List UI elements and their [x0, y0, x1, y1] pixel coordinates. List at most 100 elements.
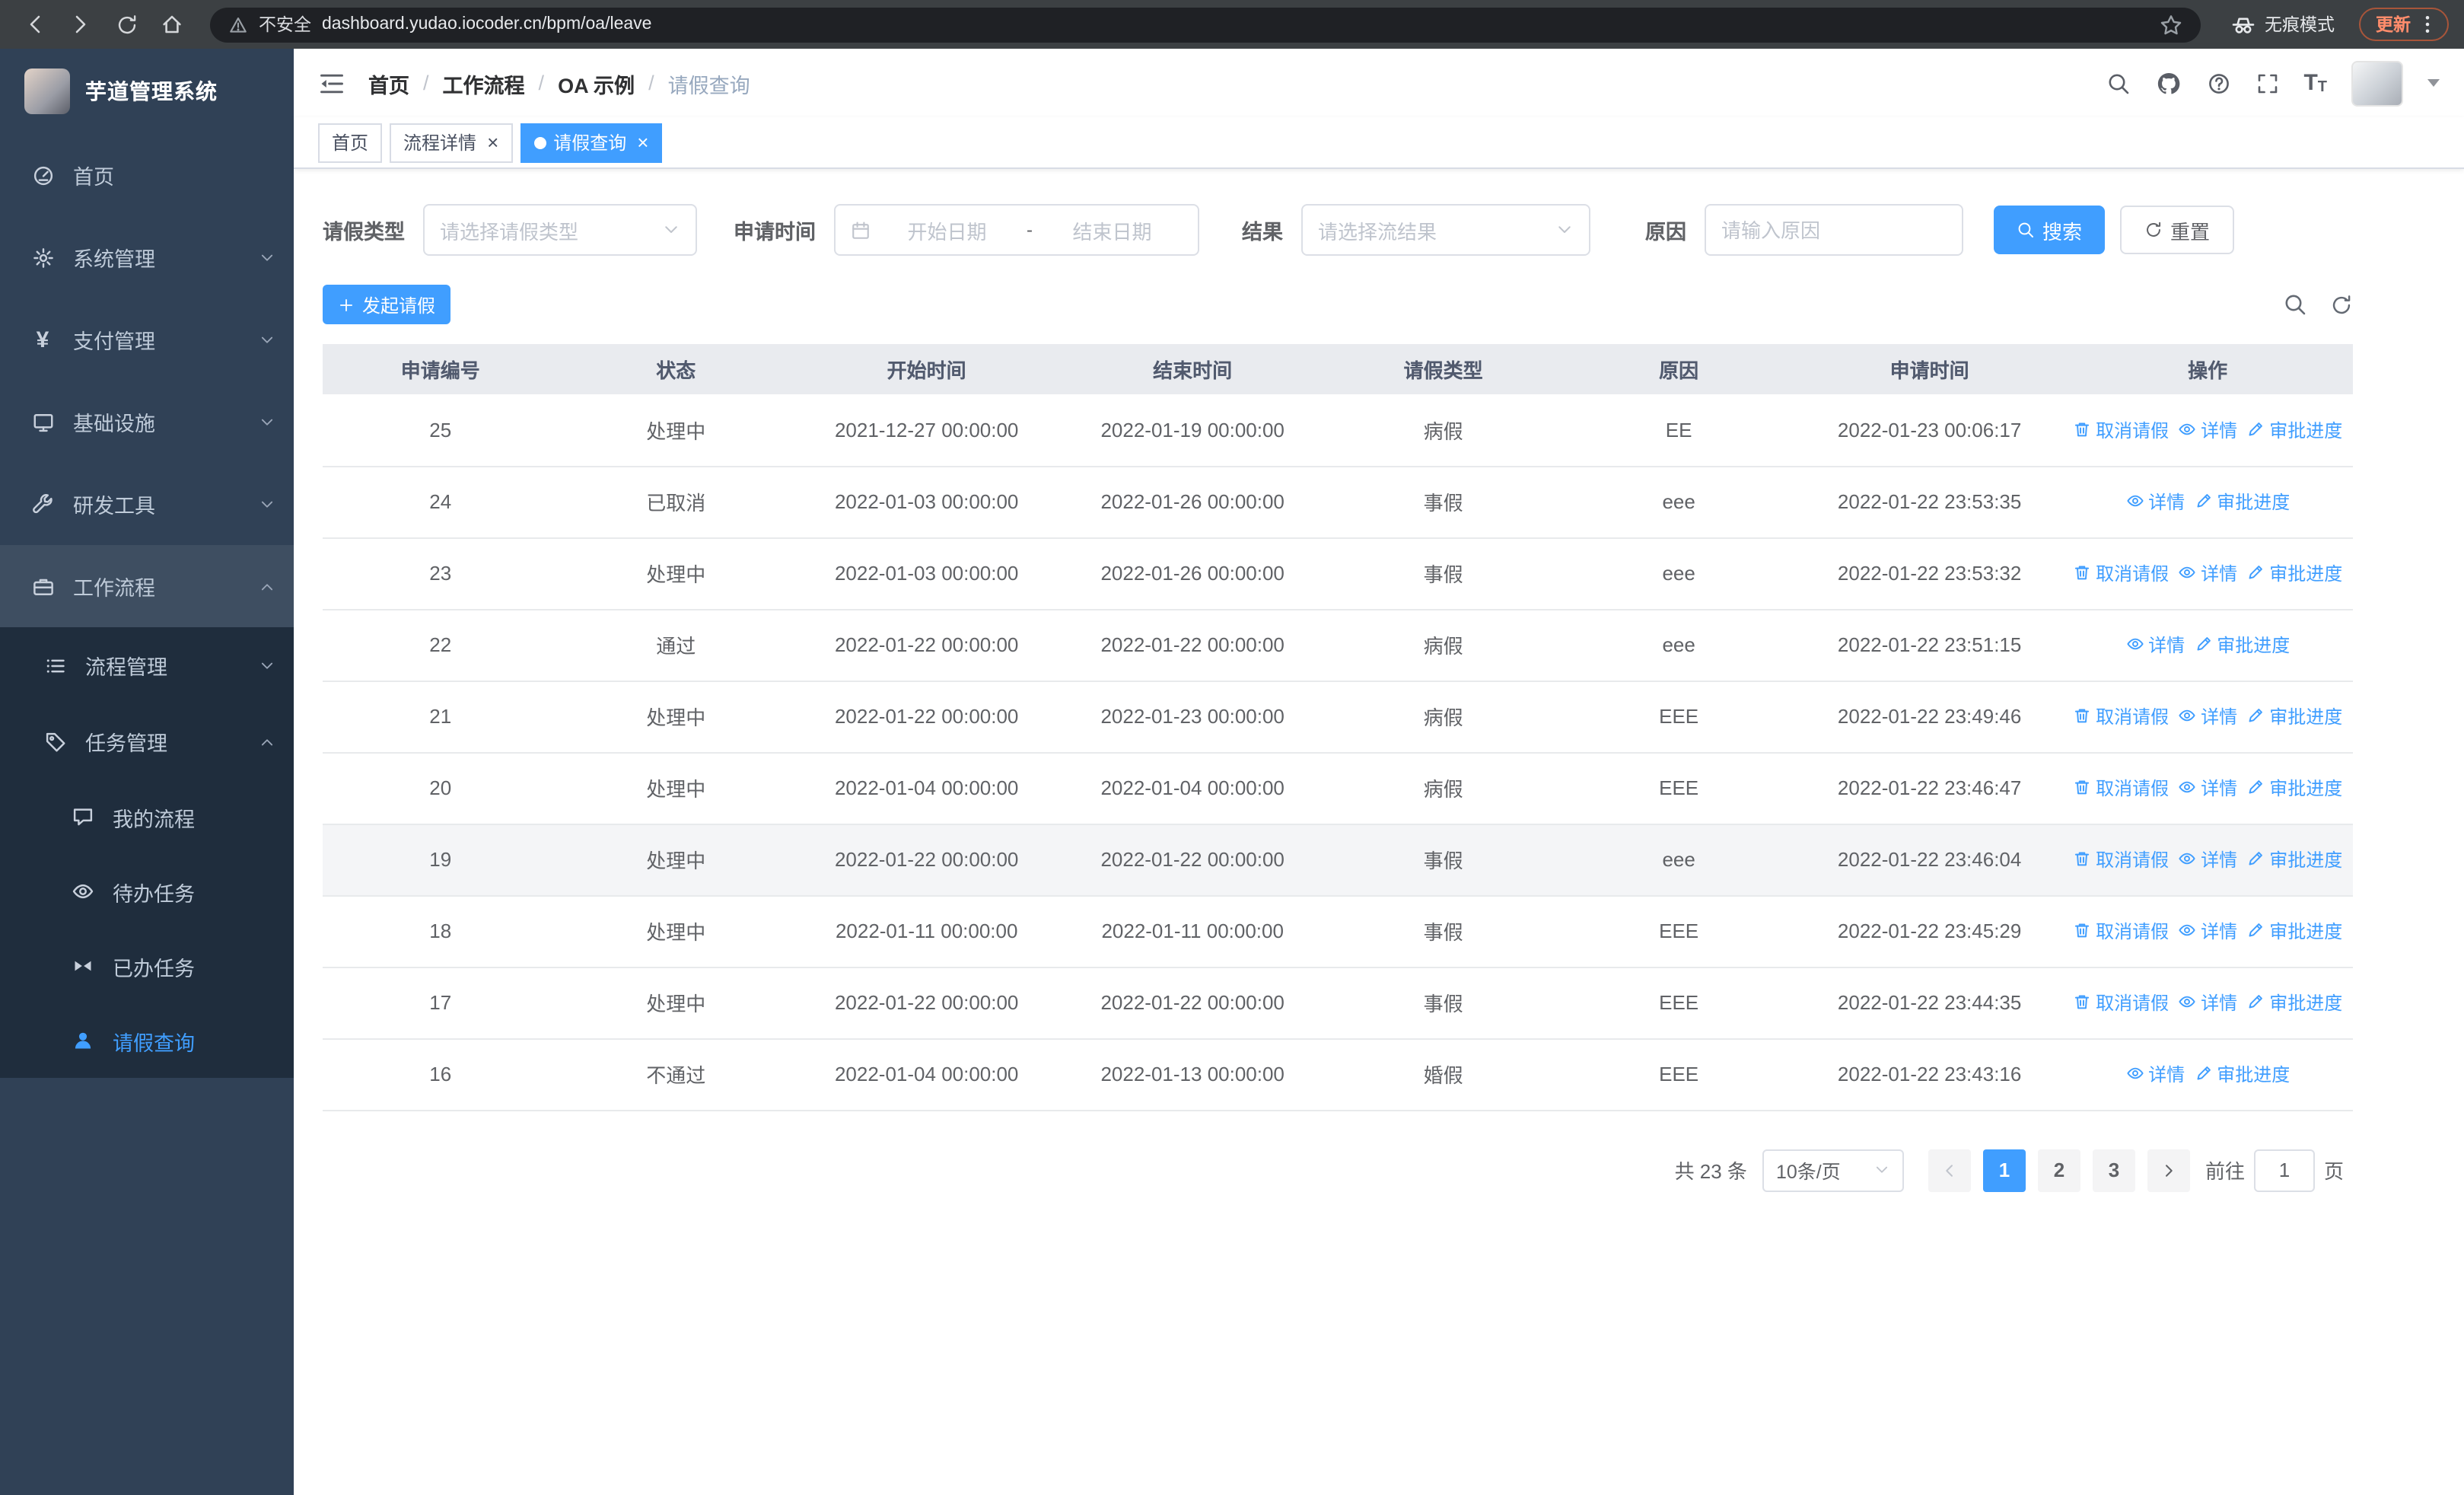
refresh-table-button[interactable]: [2330, 293, 2353, 316]
cancel-leave-link[interactable]: 取消请假: [2073, 846, 2169, 872]
prev-page-button[interactable]: [1928, 1149, 1971, 1191]
approval-progress-link[interactable]: 审批进度: [2246, 560, 2342, 586]
table-row[interactable]: 17 处理中 2022-01-22 00:00:00 2022-01-22 00:00…: [323, 967, 2353, 1039]
sidebar-item-payment-management[interactable]: ¥ 支付管理: [0, 298, 294, 381]
sidebar-item-system-management[interactable]: 系统管理: [0, 216, 294, 298]
home-button[interactable]: [152, 5, 192, 44]
toggle-search-button[interactable]: [2283, 292, 2307, 317]
table-row[interactable]: 20 处理中 2022-01-04 00:00:00 2022-01-04 00:00…: [323, 752, 2353, 824]
breadcrumb-item-home[interactable]: 首页: [368, 68, 409, 98]
sidebar-item-todo-tasks[interactable]: 待办任务: [0, 854, 294, 929]
approval-progress-link[interactable]: 审批进度: [2246, 990, 2342, 1015]
goto-page-input[interactable]: [2253, 1149, 2315, 1191]
chat-icon: [70, 805, 94, 828]
breadcrumb-item-leave-query: 请假查询: [667, 74, 750, 97]
tab-close-icon[interactable]: ×: [487, 131, 498, 154]
table-row[interactable]: 23 处理中 2022-01-03 00:00:00 2022-01-26 00:00…: [323, 537, 2353, 610]
reload-button[interactable]: [107, 5, 146, 44]
detail-link[interactable]: 详情: [2178, 416, 2237, 442]
detail-link[interactable]: 详情: [2178, 703, 2237, 729]
security-label[interactable]: 不安全: [259, 12, 311, 37]
page-size-select[interactable]: 10条/页: [1762, 1149, 1904, 1191]
breadcrumb-item-oa-example[interactable]: OA 示例: [558, 68, 635, 98]
apply-time-range-picker[interactable]: 开始日期 - 结束日期: [834, 204, 1199, 256]
collapse-sidebar-button[interactable]: [318, 69, 345, 97]
detail-link[interactable]: 详情: [2178, 846, 2237, 872]
sidebar-item-process-management[interactable]: 流程管理: [0, 627, 294, 703]
sidebar-item-leave-query[interactable]: 请假查询: [0, 1003, 294, 1078]
docs-help-button[interactable]: [2206, 71, 2230, 95]
table-row[interactable]: 24 已取消 2022-01-03 00:00:00 2022-01-26 00:00…: [323, 466, 2353, 538]
font-size-button[interactable]: TT: [2303, 70, 2327, 96]
cell-apply-id: 25: [323, 394, 559, 467]
leave-type-select[interactable]: 请选择请假类型: [423, 204, 697, 256]
column-header: 原因: [1561, 344, 1797, 394]
next-page-button[interactable]: [2147, 1149, 2190, 1191]
result-select[interactable]: 请选择流结果: [1301, 204, 1590, 256]
cell-start-time: 2022-01-22 00:00:00: [793, 681, 1060, 753]
approval-progress-link[interactable]: 审批进度: [2246, 416, 2342, 442]
back-button[interactable]: [15, 5, 55, 44]
github-button[interactable]: [2154, 69, 2182, 97]
detail-link[interactable]: 详情: [2125, 489, 2185, 515]
table-row[interactable]: 16 不通过 2022-01-04 00:00:00 2022-01-13 00:00…: [323, 1038, 2353, 1111]
table-row[interactable]: 18 处理中 2022-01-11 00:00:00 2022-01-11 00:00…: [323, 895, 2353, 967]
total-count: 共 23 条: [1674, 1160, 1747, 1183]
update-label[interactable]: 更新: [2376, 12, 2411, 37]
sidebar-item-done-tasks[interactable]: 已办任务: [0, 929, 294, 1003]
sidebar-item-task-management[interactable]: 任务管理: [0, 703, 294, 779]
detail-link[interactable]: 详情: [2178, 918, 2237, 944]
detail-link[interactable]: 详情: [2178, 990, 2237, 1015]
reason-input[interactable]: [1705, 204, 1963, 256]
avatar-caret-icon[interactable]: [2427, 79, 2440, 87]
sidebar-item-home[interactable]: 首页: [0, 134, 294, 216]
reset-button[interactable]: 重置: [2120, 206, 2235, 254]
search-button[interactable]: 搜索: [1994, 206, 2106, 254]
fullscreen-button[interactable]: [2255, 71, 2279, 95]
tab-close-icon[interactable]: ×: [637, 131, 648, 154]
approval-progress-link[interactable]: 审批进度: [2194, 1061, 2290, 1087]
tab-home[interactable]: 首页: [318, 123, 383, 162]
sidebar-item-my-process[interactable]: 我的流程: [0, 779, 294, 854]
cancel-leave-link[interactable]: 取消请假: [2073, 990, 2169, 1015]
browser-menu-dots-icon[interactable]: [2417, 14, 2438, 35]
cell-leave-type: 事假: [1325, 537, 1561, 610]
cancel-leave-link[interactable]: 取消请假: [2073, 918, 2169, 944]
approval-progress-link[interactable]: 审批进度: [2194, 632, 2290, 658]
sidebar-item-infrastructure[interactable]: 基础设施: [0, 381, 294, 463]
cancel-leave-link[interactable]: 取消请假: [2073, 703, 2169, 729]
approval-progress-link[interactable]: 审批进度: [2246, 846, 2342, 872]
detail-link[interactable]: 详情: [2125, 1061, 2185, 1087]
cell-apply-time: 2022-01-22 23:46:04: [1796, 824, 2063, 896]
table-row[interactable]: 25 处理中 2021-12-27 00:00:00 2022-01-19 00:00…: [323, 394, 2353, 467]
approval-progress-link[interactable]: 审批进度: [2194, 489, 2290, 515]
table-row[interactable]: 19 处理中 2022-01-22 00:00:00 2022-01-22 00:00…: [323, 824, 2353, 896]
cancel-leave-link[interactable]: 取消请假: [2073, 775, 2169, 801]
sidebar-item-dev-tools[interactable]: 研发工具: [0, 463, 294, 545]
detail-link[interactable]: 详情: [2125, 632, 2185, 658]
bookmark-star-icon[interactable]: [2160, 13, 2182, 36]
approval-progress-link[interactable]: 审批进度: [2246, 703, 2342, 729]
header-search-button[interactable]: [2106, 71, 2130, 95]
page-button-2[interactable]: 2: [2037, 1149, 2080, 1191]
cancel-leave-link[interactable]: 取消请假: [2073, 416, 2169, 442]
breadcrumb-item-workflow[interactable]: 工作流程: [443, 68, 525, 98]
address-bar[interactable]: 不安全 dashboard.yudao.iocoder.cn/bpm/oa/le…: [210, 7, 2201, 42]
cancel-leave-link[interactable]: 取消请假: [2073, 560, 2169, 586]
forward-button[interactable]: [61, 5, 100, 44]
url-text[interactable]: dashboard.yudao.iocoder.cn/bpm/oa/leave: [322, 15, 652, 33]
detail-link[interactable]: 详情: [2178, 560, 2237, 586]
page-button-3[interactable]: 3: [2092, 1149, 2135, 1191]
approval-progress-link[interactable]: 审批进度: [2246, 918, 2342, 944]
table-row[interactable]: 21 处理中 2022-01-22 00:00:00 2022-01-23 00:00…: [323, 681, 2353, 753]
page-button-1[interactable]: 1: [1982, 1149, 2026, 1191]
avatar[interactable]: [2351, 60, 2403, 106]
create-leave-button[interactable]: 发起请假: [323, 285, 451, 324]
sidebar-item-workflow[interactable]: 工作流程: [0, 545, 294, 627]
tab-process-detail[interactable]: 流程详情 ×: [390, 123, 513, 162]
approval-progress-link[interactable]: 审批进度: [2246, 775, 2342, 801]
table-row[interactable]: 22 通过 2022-01-22 00:00:00 2022-01-22 00:00:…: [323, 609, 2353, 681]
detail-link[interactable]: 详情: [2178, 775, 2237, 801]
tab-leave-query[interactable]: 请假查询 ×: [520, 123, 663, 162]
update-chip[interactable]: 更新: [2359, 8, 2449, 41]
